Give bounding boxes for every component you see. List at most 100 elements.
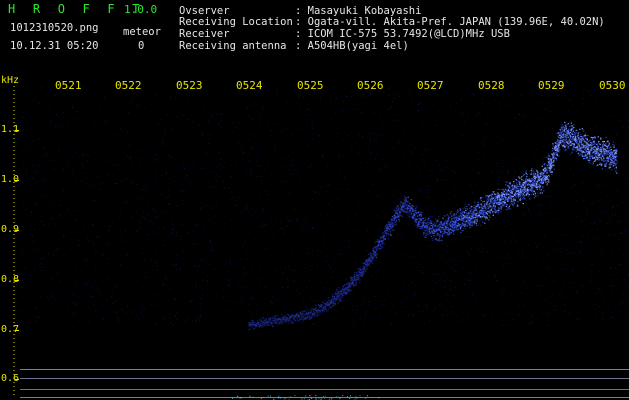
noise-speck (211, 249, 213, 251)
noise-speck (485, 122, 487, 124)
noise-speck (491, 92, 493, 93)
noise-speck (411, 111, 413, 113)
noise-speck (35, 98, 37, 100)
noise-speck (365, 315, 367, 316)
noise-speck (336, 143, 338, 145)
noise-speck (495, 166, 497, 168)
noise-speck (288, 169, 290, 171)
noise-speck (254, 238, 256, 240)
noise-speck (251, 170, 253, 172)
noise-speck (596, 179, 598, 181)
signal-dot (480, 224, 482, 226)
noise-speck (62, 169, 64, 171)
noise-speck (171, 231, 173, 233)
noise-speck (178, 234, 180, 236)
signal-dot (341, 290, 343, 292)
noise-speck (120, 180, 122, 181)
noise-speck (203, 278, 205, 280)
signal-dot (418, 221, 420, 223)
noise-speck (562, 295, 564, 297)
noise-speck (558, 133, 560, 135)
signal-dot (427, 231, 429, 233)
noise-speck (95, 310, 97, 312)
noise-speck (429, 320, 431, 321)
noise-speck (126, 169, 128, 171)
signal-dot (347, 284, 349, 286)
signal-dot (511, 192, 513, 194)
noise-speck (514, 323, 516, 325)
noise-speck (335, 257, 337, 259)
noise-speck (43, 130, 45, 132)
noise-speck (480, 276, 482, 278)
noise-speck (333, 132, 335, 134)
noise-speck (560, 292, 562, 294)
noise-speck (551, 191, 552, 193)
noise-speck (210, 187, 212, 189)
noise-speck (106, 288, 108, 290)
noise-speck (238, 142, 240, 144)
signal-dot (443, 223, 445, 225)
noise-speck (133, 100, 135, 102)
noise-speck (76, 117, 78, 119)
noise-speck (141, 305, 143, 307)
noise-speck (313, 98, 315, 99)
signal-dot (503, 191, 505, 193)
noise-speck (113, 204, 115, 206)
noise-speck (155, 202, 157, 204)
noise-speck (93, 184, 95, 185)
signal-dot (377, 246, 379, 248)
signal-dot (343, 294, 345, 296)
noise-speck (129, 279, 131, 281)
signal-dot (314, 315, 316, 317)
noise-speck (602, 306, 604, 308)
noise-speck (212, 276, 214, 278)
noise-speck (615, 220, 617, 222)
signal-dot (399, 212, 401, 214)
noise-speck (226, 262, 228, 264)
noise-speck (602, 243, 604, 245)
noise-speck (176, 254, 178, 256)
noise-speck (425, 190, 427, 191)
signal-dot (274, 322, 276, 325)
noise-speck (58, 238, 60, 240)
noise-speck (62, 190, 64, 192)
signal-dot (491, 200, 493, 202)
noise-speck (354, 228, 356, 230)
noise-speck (117, 197, 119, 199)
signal-dot (283, 317, 285, 319)
signal-dot (314, 314, 316, 316)
noise-speck (499, 106, 501, 108)
signal-dot (484, 208, 486, 210)
noise-speck (587, 91, 589, 93)
noise-speck (393, 92, 395, 94)
noise-speck (400, 195, 402, 197)
signal-dot (466, 205, 468, 208)
noise-speck (246, 206, 248, 208)
noise-speck (154, 260, 156, 262)
signal-dot (404, 206, 406, 208)
noise-speck (85, 259, 86, 261)
noise-speck (549, 219, 551, 221)
signal-dot (496, 199, 498, 201)
noise-speck (287, 281, 289, 283)
noise-speck (442, 95, 443, 97)
signal-dot (507, 181, 509, 183)
noise-speck (147, 187, 149, 189)
noise-speck (95, 177, 97, 179)
noise-speck (88, 184, 90, 186)
noise-speck (80, 218, 82, 220)
noise-speck (430, 248, 431, 250)
noise-speck (475, 114, 477, 116)
noise-speck (178, 268, 180, 270)
noise-speck (30, 282, 32, 284)
noise-speck (167, 189, 169, 191)
noise-speck (253, 143, 255, 145)
noise-speck (509, 104, 511, 106)
noise-speck (50, 238, 52, 239)
signal-dot (405, 208, 407, 210)
noise-speck (270, 220, 272, 222)
noise-speck (477, 316, 479, 318)
noise-speck (572, 287, 574, 289)
noise-speck (198, 243, 199, 245)
signal-dot (441, 221, 443, 223)
